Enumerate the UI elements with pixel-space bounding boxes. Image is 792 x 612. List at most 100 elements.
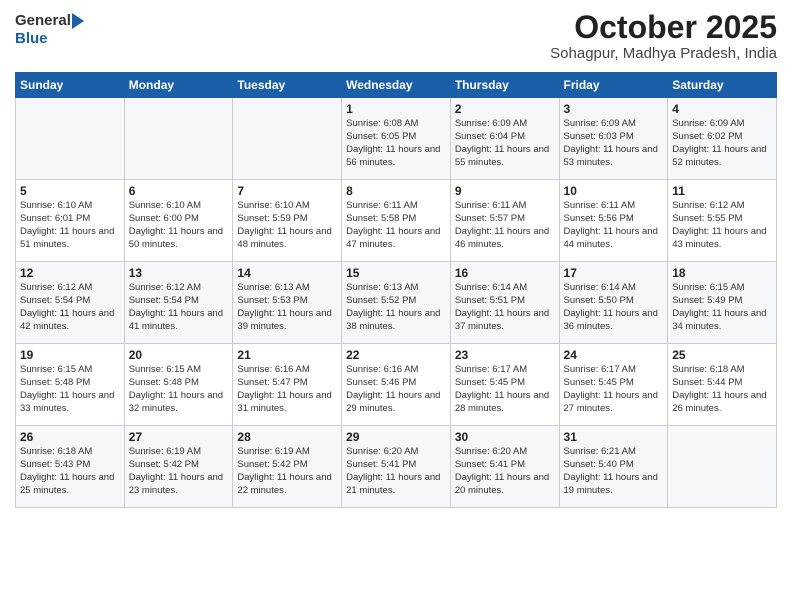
day-number: 6 xyxy=(129,184,229,198)
calendar-week-5: 26 Sunrise: 6:18 AM Sunset: 5:43 PM Dayli… xyxy=(16,426,777,508)
calendar-cell: 5 Sunrise: 6:10 AM Sunset: 6:01 PM Daylig… xyxy=(16,180,125,262)
calendar-cell: 6 Sunrise: 6:10 AM Sunset: 6:00 PM Daylig… xyxy=(124,180,233,262)
cell-info: Sunrise: 6:11 AM Sunset: 5:56 PM Dayligh… xyxy=(564,200,664,251)
calendar-cell: 8 Sunrise: 6:11 AM Sunset: 5:58 PM Daylig… xyxy=(342,180,451,262)
day-number: 19 xyxy=(20,348,120,362)
calendar-cell: 3 Sunrise: 6:09 AM Sunset: 6:03 PM Daylig… xyxy=(559,98,668,180)
day-number: 7 xyxy=(237,184,337,198)
calendar-cell xyxy=(124,98,233,180)
cell-info: Sunrise: 6:09 AM Sunset: 6:02 PM Dayligh… xyxy=(672,118,772,169)
calendar-cell: 21Sunrise: 6:16 AM Sunset: 5:47 PM Dayli… xyxy=(233,344,342,426)
day-number: 27 xyxy=(129,430,229,444)
calendar-week-1: 1 Sunrise: 6:08 AM Sunset: 6:05 PM Daylig… xyxy=(16,98,777,180)
day-number: 3 xyxy=(564,102,664,116)
calendar-cell: 19Sunrise: 6:15 AM Sunset: 5:48 PM Dayli… xyxy=(16,344,125,426)
day-number: 25 xyxy=(672,348,772,362)
calendar-cell xyxy=(233,98,342,180)
cell-info: Sunrise: 6:13 AM Sunset: 5:52 PM Dayligh… xyxy=(346,282,446,333)
header-row: Sunday Monday Tuesday Wednesday Thursday… xyxy=(16,73,777,98)
cell-info: Sunrise: 6:15 AM Sunset: 5:49 PM Dayligh… xyxy=(672,282,772,333)
calendar-cell: 12 Sunrise: 6:12 AM Sunset: 5:54 PM Dayli… xyxy=(16,262,125,344)
calendar-table: Sunday Monday Tuesday Wednesday Thursday… xyxy=(15,72,777,508)
month-title: October 2025 xyxy=(15,10,777,45)
calendar-cell: 24 Sunrise: 6:17 AM Sunset: 5:45 PM Dayli… xyxy=(559,344,668,426)
calendar-cell: 17 Sunrise: 6:14 AM Sunset: 5:50 PM Dayli… xyxy=(559,262,668,344)
calendar-week-2: 5 Sunrise: 6:10 AM Sunset: 6:01 PM Daylig… xyxy=(16,180,777,262)
day-number: 17 xyxy=(564,266,664,280)
calendar-cell: 31 Sunrise: 6:21 AM Sunset: 5:40 PM Dayli… xyxy=(559,426,668,508)
day-number: 11 xyxy=(672,184,772,198)
logo-general: General xyxy=(15,12,71,29)
day-number: 31 xyxy=(564,430,664,444)
calendar-cell: 1 Sunrise: 6:08 AM Sunset: 6:05 PM Daylig… xyxy=(342,98,451,180)
day-number: 26 xyxy=(20,430,120,444)
day-number: 22 xyxy=(346,348,446,362)
col-monday: Monday xyxy=(124,73,233,98)
col-saturday: Saturday xyxy=(668,73,777,98)
calendar-cell: 10 Sunrise: 6:11 AM Sunset: 5:56 PM Dayli… xyxy=(559,180,668,262)
calendar-cell: 20Sunrise: 6:15 AM Sunset: 5:48 PM Dayli… xyxy=(124,344,233,426)
day-number: 16 xyxy=(455,266,555,280)
header-right: October 2025 Sohagpur, Madhya Pradesh, I… xyxy=(15,10,777,62)
calendar-cell: 25 Sunrise: 6:18 AM Sunset: 5:44 PM Dayli… xyxy=(668,344,777,426)
cell-info: Sunrise: 6:19 AM Sunset: 5:42 PM Dayligh… xyxy=(129,446,229,497)
calendar-cell xyxy=(668,426,777,508)
cell-info: Sunrise: 6:12 AM Sunset: 5:54 PM Dayligh… xyxy=(20,282,120,333)
cell-info: Sunrise: 6:18 AM Sunset: 5:44 PM Dayligh… xyxy=(672,364,772,415)
calendar-week-4: 19Sunrise: 6:15 AM Sunset: 5:48 PM Dayli… xyxy=(16,344,777,426)
calendar-cell: 9 Sunrise: 6:11 AM Sunset: 5:57 PM Daylig… xyxy=(450,180,559,262)
day-number: 10 xyxy=(564,184,664,198)
day-number: 21 xyxy=(237,348,337,362)
day-number: 9 xyxy=(455,184,555,198)
cell-info: Sunrise: 6:10 AM Sunset: 6:00 PM Dayligh… xyxy=(129,200,229,251)
calendar-week-3: 12 Sunrise: 6:12 AM Sunset: 5:54 PM Dayli… xyxy=(16,262,777,344)
location: Sohagpur, Madhya Pradesh, India xyxy=(15,45,777,62)
calendar-cell: 7Sunrise: 6:10 AM Sunset: 5:59 PM Daylig… xyxy=(233,180,342,262)
day-number: 18 xyxy=(672,266,772,280)
calendar-cell xyxy=(16,98,125,180)
logo-blue: Blue xyxy=(15,30,48,47)
calendar-cell: 18 Sunrise: 6:15 AM Sunset: 5:49 PM Dayli… xyxy=(668,262,777,344)
day-number: 14 xyxy=(237,266,337,280)
cell-info: Sunrise: 6:17 AM Sunset: 5:45 PM Dayligh… xyxy=(564,364,664,415)
cell-info: Sunrise: 6:18 AM Sunset: 5:43 PM Dayligh… xyxy=(20,446,120,497)
calendar-cell: 28Sunrise: 6:19 AM Sunset: 5:42 PM Dayli… xyxy=(233,426,342,508)
logo: General Blue xyxy=(15,12,85,48)
cell-info: Sunrise: 6:08 AM Sunset: 6:05 PM Dayligh… xyxy=(346,118,446,169)
day-number: 20 xyxy=(129,348,229,362)
cell-info: Sunrise: 6:16 AM Sunset: 5:46 PM Dayligh… xyxy=(346,364,446,415)
calendar-cell: 16 Sunrise: 6:14 AM Sunset: 5:51 PM Dayli… xyxy=(450,262,559,344)
logo-flag-icon xyxy=(72,13,84,29)
cell-info: Sunrise: 6:11 AM Sunset: 5:57 PM Dayligh… xyxy=(455,200,555,251)
calendar-cell: 23 Sunrise: 6:17 AM Sunset: 5:45 PM Dayli… xyxy=(450,344,559,426)
cell-info: Sunrise: 6:17 AM Sunset: 5:45 PM Dayligh… xyxy=(455,364,555,415)
calendar-cell: 29Sunrise: 6:20 AM Sunset: 5:41 PM Dayli… xyxy=(342,426,451,508)
cell-info: Sunrise: 6:14 AM Sunset: 5:51 PM Dayligh… xyxy=(455,282,555,333)
col-wednesday: Wednesday xyxy=(342,73,451,98)
cell-info: Sunrise: 6:11 AM Sunset: 5:58 PM Dayligh… xyxy=(346,200,446,251)
cell-info: Sunrise: 6:14 AM Sunset: 5:50 PM Dayligh… xyxy=(564,282,664,333)
cell-info: Sunrise: 6:10 AM Sunset: 6:01 PM Dayligh… xyxy=(20,200,120,251)
day-number: 5 xyxy=(20,184,120,198)
day-number: 15 xyxy=(346,266,446,280)
cell-info: Sunrise: 6:09 AM Sunset: 6:04 PM Dayligh… xyxy=(455,118,555,169)
calendar-cell: 26 Sunrise: 6:18 AM Sunset: 5:43 PM Dayli… xyxy=(16,426,125,508)
calendar-cell: 2Sunrise: 6:09 AM Sunset: 6:04 PM Daylig… xyxy=(450,98,559,180)
cell-info: Sunrise: 6:21 AM Sunset: 5:40 PM Dayligh… xyxy=(564,446,664,497)
calendar-cell: 22 Sunrise: 6:16 AM Sunset: 5:46 PM Dayli… xyxy=(342,344,451,426)
day-number: 23 xyxy=(455,348,555,362)
calendar-cell: 14Sunrise: 6:13 AM Sunset: 5:53 PM Dayli… xyxy=(233,262,342,344)
day-number: 24 xyxy=(564,348,664,362)
cell-info: Sunrise: 6:19 AM Sunset: 5:42 PM Dayligh… xyxy=(237,446,337,497)
day-number: 12 xyxy=(20,266,120,280)
page-container: General Blue October 2025 Sohagpur, Madh… xyxy=(0,0,792,513)
col-tuesday: Tuesday xyxy=(233,73,342,98)
day-number: 30 xyxy=(455,430,555,444)
cell-info: Sunrise: 6:12 AM Sunset: 5:55 PM Dayligh… xyxy=(672,200,772,251)
day-number: 13 xyxy=(129,266,229,280)
day-number: 8 xyxy=(346,184,446,198)
day-number: 4 xyxy=(672,102,772,116)
day-number: 1 xyxy=(346,102,446,116)
col-friday: Friday xyxy=(559,73,668,98)
cell-info: Sunrise: 6:09 AM Sunset: 6:03 PM Dayligh… xyxy=(564,118,664,169)
